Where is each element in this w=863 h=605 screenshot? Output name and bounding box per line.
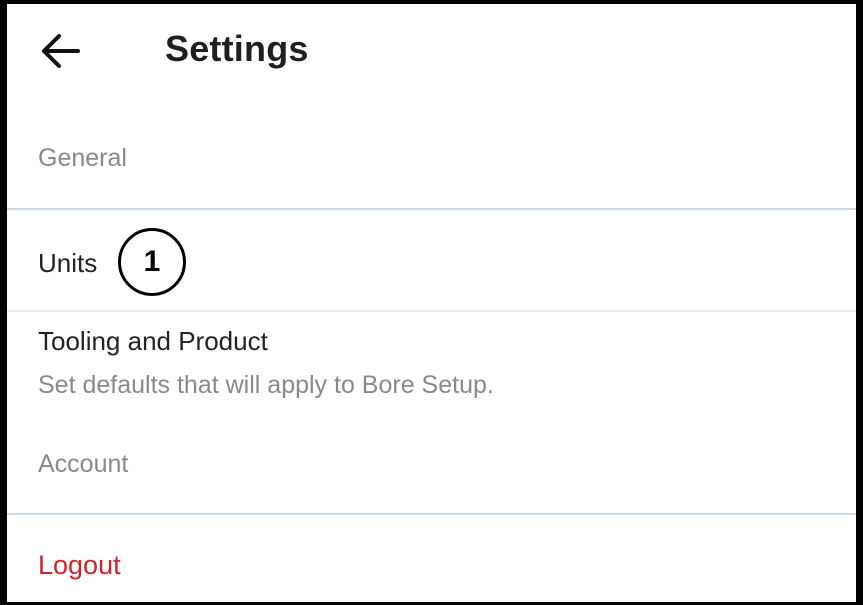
section-divider bbox=[7, 513, 856, 515]
units-label: Units bbox=[38, 248, 98, 278]
callout-marker: 1 bbox=[118, 228, 186, 296]
tooling-and-product-row[interactable]: Tooling and Product Set defaults that wi… bbox=[7, 312, 856, 424]
section-header-account: Account bbox=[38, 450, 129, 478]
settings-screen: Settings General Units 1 Tooling and Pro… bbox=[0, 0, 863, 605]
logout-button[interactable]: Logout bbox=[38, 550, 121, 581]
section-header-general: General bbox=[38, 144, 127, 172]
page-title: Settings bbox=[165, 28, 309, 69]
app-bar: Settings bbox=[7, 4, 856, 104]
tooling-and-product-title: Tooling and Product bbox=[38, 326, 268, 356]
back-button[interactable] bbox=[35, 26, 85, 76]
tooling-and-product-subtitle: Set defaults that will apply to Bore Set… bbox=[38, 371, 494, 399]
arrow-left-icon bbox=[42, 34, 80, 68]
